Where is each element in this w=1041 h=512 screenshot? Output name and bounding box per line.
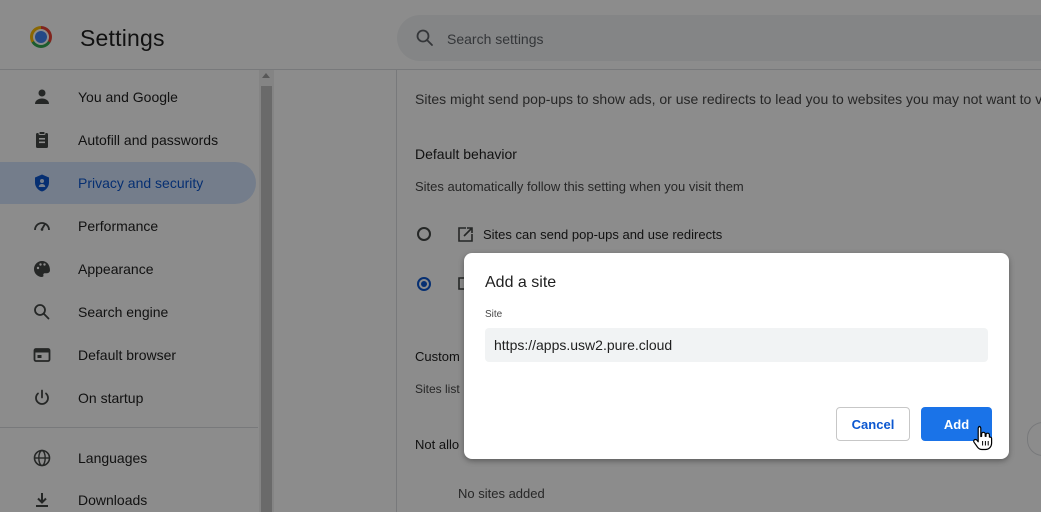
settings-window: Settings You and Google Autofill xyxy=(0,0,1041,512)
cancel-button[interactable]: Cancel xyxy=(836,407,910,441)
hand-cursor-icon xyxy=(973,425,993,451)
add-site-dialog: Add a site Site Cancel Add xyxy=(464,253,1009,459)
site-input[interactable] xyxy=(485,328,988,362)
site-field-label: Site xyxy=(485,309,503,320)
dialog-title: Add a site xyxy=(485,274,557,291)
